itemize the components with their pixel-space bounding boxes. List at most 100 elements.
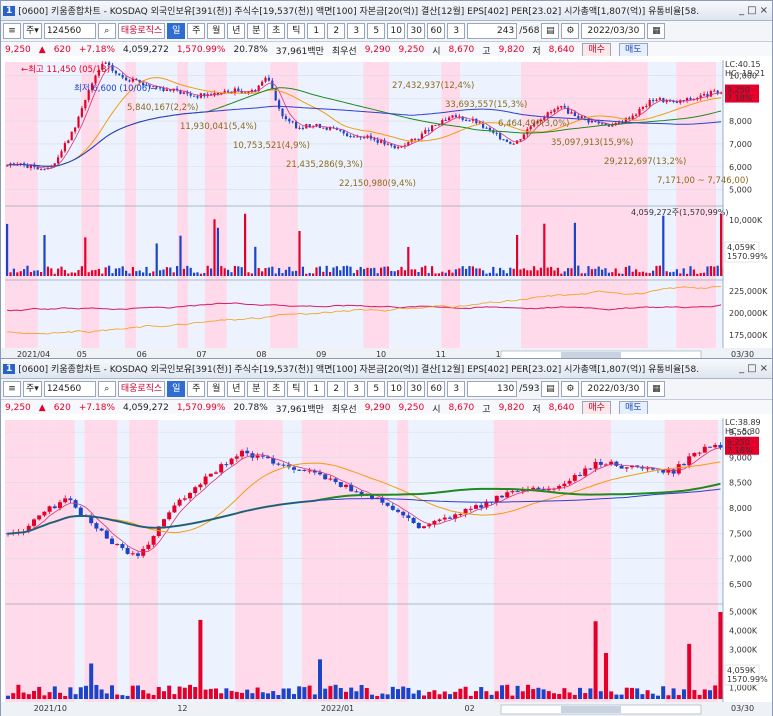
interval-select[interactable]: 3 <box>447 23 466 39</box>
minute-1-button[interactable]: 1 <box>307 23 326 39</box>
maximize-icon[interactable]: □ <box>747 5 756 16</box>
period-minute-button[interactable]: 분 <box>247 23 266 39</box>
close-icon[interactable]: × <box>760 363 768 374</box>
candle-body <box>583 468 588 476</box>
stock-code-input[interactable]: 124560 <box>43 381 96 397</box>
period-tick-button[interactable]: 틱 <box>287 381 306 397</box>
period-day-button[interactable]: 일 <box>167 23 186 39</box>
period-week-button[interactable]: 주 <box>187 23 206 39</box>
settings-icon[interactable]: ⚙ <box>561 381 580 397</box>
volume-bar <box>240 267 243 276</box>
candle-body <box>448 517 452 519</box>
period-month-button[interactable]: 월 <box>207 23 226 39</box>
volume-bar <box>237 266 240 276</box>
volume-bar <box>29 272 32 276</box>
search-icon[interactable]: ⌕ <box>97 23 116 39</box>
chart-area-bottom[interactable]: 9,5009,0008,5008,0007,5007,0006,5005,000… <box>1 414 772 716</box>
count-input[interactable]: 130 <box>467 381 518 397</box>
sell-button[interactable]: 매도 <box>618 43 648 57</box>
candle-body <box>60 151 63 158</box>
buy-button[interactable]: 매수 <box>582 43 611 57</box>
minute-1-button[interactable]: 1 <box>307 381 326 397</box>
minimize-icon[interactable]: _ <box>739 5 744 16</box>
candle-body <box>478 122 481 124</box>
candle-body <box>297 469 302 471</box>
buy-button[interactable]: 매수 <box>582 401 611 415</box>
count-input[interactable]: 243 <box>467 23 518 39</box>
period-band <box>535 62 566 348</box>
high-label: 고 <box>482 404 491 415</box>
candle-body <box>658 98 661 100</box>
volume-bar <box>458 688 463 699</box>
minute-60-button[interactable]: 60 <box>427 381 446 397</box>
stock-name[interactable]: 태웅로직스 <box>117 381 166 397</box>
volume-bar <box>16 272 19 276</box>
minute-10-button[interactable]: 10 <box>387 23 406 39</box>
volume-bar <box>465 268 468 276</box>
calendar-icon[interactable]: ▦ <box>647 23 666 39</box>
stock-name[interactable]: 태웅로직스 <box>117 23 166 39</box>
minute-30-button[interactable]: 30 <box>407 381 426 397</box>
chart-annotation: 11,930,041(5,4%) <box>180 122 257 132</box>
minimize-icon[interactable]: _ <box>739 363 744 374</box>
minute-3-button[interactable]: 3 <box>347 23 366 39</box>
search-icon[interactable]: ⌕ <box>97 381 116 397</box>
minute-2-button[interactable]: 2 <box>327 381 346 397</box>
volume-bar <box>53 273 56 276</box>
candle-body <box>465 119 468 121</box>
calendar-icon[interactable]: ▦ <box>647 381 666 397</box>
period-day-button[interactable]: 일 <box>167 381 186 397</box>
candle-body <box>167 512 172 520</box>
minute-3-button[interactable]: 3 <box>347 381 366 397</box>
menu-icon[interactable]: ≡ <box>3 23 21 39</box>
chart-annotation: 33,693,557(15,3%) <box>445 100 527 110</box>
period-band <box>5 420 37 702</box>
volume-bar <box>692 269 695 276</box>
maximize-icon[interactable]: □ <box>747 363 756 374</box>
period-second-button[interactable]: 초 <box>267 381 286 397</box>
period-month-button[interactable]: 월 <box>207 381 226 397</box>
candle-body <box>188 493 192 499</box>
volume-bar <box>696 273 699 276</box>
minute-5-button[interactable]: 5 <box>367 381 386 397</box>
table-icon[interactable]: ▤ <box>541 23 560 39</box>
candle-body <box>718 444 723 448</box>
minute-60-button[interactable]: 60 <box>427 23 446 39</box>
date-input[interactable]: 2022/03/30 <box>581 23 646 39</box>
table-icon[interactable]: ▤ <box>541 381 560 397</box>
y-tick-label: 8,000 <box>729 504 752 513</box>
volume-bar <box>198 619 203 699</box>
period-tick-button[interactable]: 틱 <box>287 23 306 39</box>
sell-button[interactable]: 매도 <box>618 401 648 415</box>
close-icon[interactable]: × <box>760 5 768 16</box>
open-label: 시 <box>432 404 441 415</box>
candle-body <box>125 77 128 81</box>
period-year-button[interactable]: 년 <box>227 381 246 397</box>
minute-10-button[interactable]: 10 <box>387 381 406 397</box>
candle-body <box>78 507 83 516</box>
volume-bar <box>312 694 317 699</box>
period-year-button[interactable]: 년 <box>227 23 246 39</box>
minute-2-button[interactable]: 2 <box>327 23 346 39</box>
candle-body <box>515 491 520 493</box>
period-week-button[interactable]: 주 <box>187 381 206 397</box>
minute-5-button[interactable]: 5 <box>367 23 386 39</box>
period-second-button[interactable]: 초 <box>267 23 286 39</box>
period-band <box>47 62 82 348</box>
settings-icon[interactable]: ⚙ <box>561 23 580 39</box>
chart-area-top[interactable]: 10,0009,0008,0007,0006,0005,00010,000K5,… <box>1 56 772 358</box>
market-select[interactable]: 주▾ <box>23 23 42 39</box>
minute-30-button[interactable]: 30 <box>407 23 426 39</box>
market-select[interactable]: 주▾ <box>23 381 42 397</box>
date-input[interactable]: 2022/03/30 <box>581 381 646 397</box>
x-tick-label: 2022/01 <box>321 704 354 713</box>
candle-body <box>267 77 270 81</box>
stock-code-input[interactable]: 124560 <box>43 23 96 39</box>
menu-icon[interactable]: ≡ <box>3 381 21 397</box>
interval-select[interactable]: 3 <box>447 381 466 397</box>
candle-body <box>519 139 522 141</box>
period-minute-button[interactable]: 분 <box>247 381 266 397</box>
volume-bar <box>58 692 62 699</box>
volume-bar <box>587 266 590 276</box>
x-tick-label: 10 <box>376 350 386 358</box>
